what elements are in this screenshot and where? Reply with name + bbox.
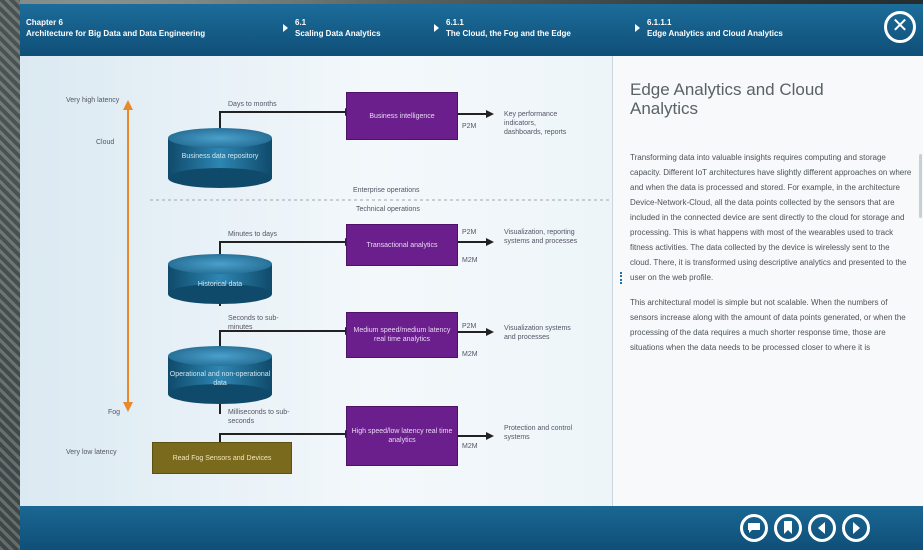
analytics-diagram: Very high latency Cloud Fog Very low lat… — [20, 56, 612, 506]
cylinder-business-data: Business data repository — [168, 128, 272, 188]
breadcrumb-arrow-icon — [635, 24, 640, 32]
breadcrumb-topic[interactable]: 6.1.1.1 Edge Analytics and Cloud Analyti… — [647, 17, 783, 39]
arrow-label-seconds: Seconds to sub-minutes — [228, 315, 279, 331]
close-icon: ✕ — [891, 15, 909, 37]
scrollbar[interactable] — [919, 154, 922, 218]
outcome-protection: Protection and control systems — [504, 425, 573, 441]
chevron-right-icon — [853, 522, 860, 534]
breadcrumb-arrow-icon — [434, 24, 439, 32]
arrow-label-milliseconds: Milliseconds to sub-seconds — [228, 409, 290, 425]
breadcrumb-chapter[interactable]: Chapter 6 Architecture for Big Data and … — [26, 17, 205, 39]
m2m-label: M2M — [462, 443, 478, 450]
p2m-label: P2M — [462, 229, 477, 236]
m2m-label: M2M — [462, 351, 478, 358]
arrow-head-icon — [486, 238, 494, 246]
panel-divider — [612, 56, 613, 506]
outcome-visualization-reporting: Visualization, reporting systems and pro… — [504, 229, 578, 245]
background-texture — [0, 0, 20, 550]
breadcrumb-arrow-icon — [283, 24, 288, 32]
paragraph: This architectural model is simple but n… — [630, 298, 906, 352]
header-bar: Chapter 6 Architecture for Big Data and … — [20, 4, 923, 56]
cylinder-operational-data: Operational and non-operational data — [168, 346, 272, 404]
next-button[interactable] — [842, 514, 870, 542]
page-title: Edge Analytics and Cloud Analytics — [630, 80, 824, 118]
arrow-line — [219, 241, 345, 254]
outcome-kpi: Key performance indicators, dashboards, … — [504, 111, 567, 136]
arrow-head-icon — [486, 432, 494, 440]
arrow-line — [219, 330, 345, 346]
box-business-intelligence: Business intelligence — [346, 92, 458, 140]
bookmark-button[interactable] — [774, 514, 802, 542]
breadcrumb-subsection[interactable]: 6.1.1 The Cloud, the Fog and the Edge — [446, 17, 571, 39]
previous-button[interactable] — [808, 514, 836, 542]
p2m-label: P2M — [462, 123, 477, 130]
close-button[interactable]: ✕ — [884, 11, 916, 43]
latency-high-label: Very high latency — [66, 97, 120, 104]
arrow-head-icon — [486, 110, 494, 118]
technical-label: Technical operations — [356, 206, 420, 213]
content-text: Transforming data into valuable insights… — [630, 150, 912, 365]
comment-button[interactable] — [740, 514, 768, 542]
paragraph: Transforming data into valuable insights… — [630, 153, 912, 282]
fog-label: Fog — [108, 409, 121, 416]
enterprise-label: Enterprise operations — [353, 187, 420, 194]
resize-handle[interactable] — [620, 272, 624, 284]
box-medium-speed-analytics: Medium speed/medium latency real time an… — [346, 312, 458, 358]
box-high-speed-analytics: High speed/low latency real time analyti… — [346, 406, 458, 466]
box-transactional-analytics: Transactional analytics — [346, 224, 458, 266]
m2m-label: M2M — [462, 257, 478, 264]
p2m-label: P2M — [462, 323, 477, 330]
bookmark-icon — [784, 521, 792, 534]
chevron-left-icon — [818, 522, 825, 534]
course-viewer: Chapter 6 Architecture for Big Data and … — [20, 4, 923, 550]
arrow-label-days: Days to months — [228, 101, 277, 108]
speech-bubble-icon — [748, 523, 760, 533]
arrow-head-icon — [486, 328, 494, 336]
latency-arrow-up-icon — [123, 100, 133, 110]
outcome-visualization: Visualization systems and processes — [504, 325, 571, 341]
fog-sensors-box: Read Fog Sensors and Devices — [152, 442, 292, 474]
latency-low-label: Very low latency — [66, 449, 117, 456]
arrow-line — [219, 111, 345, 128]
arrow-label-minutes: Minutes to days — [228, 231, 278, 238]
cylinder-historical-data: Historical data — [168, 254, 272, 304]
breadcrumb-section[interactable]: 6.1 Scaling Data Analytics — [295, 17, 381, 39]
latency-arrow-down-icon — [123, 402, 133, 412]
cloud-label: Cloud — [96, 139, 115, 146]
